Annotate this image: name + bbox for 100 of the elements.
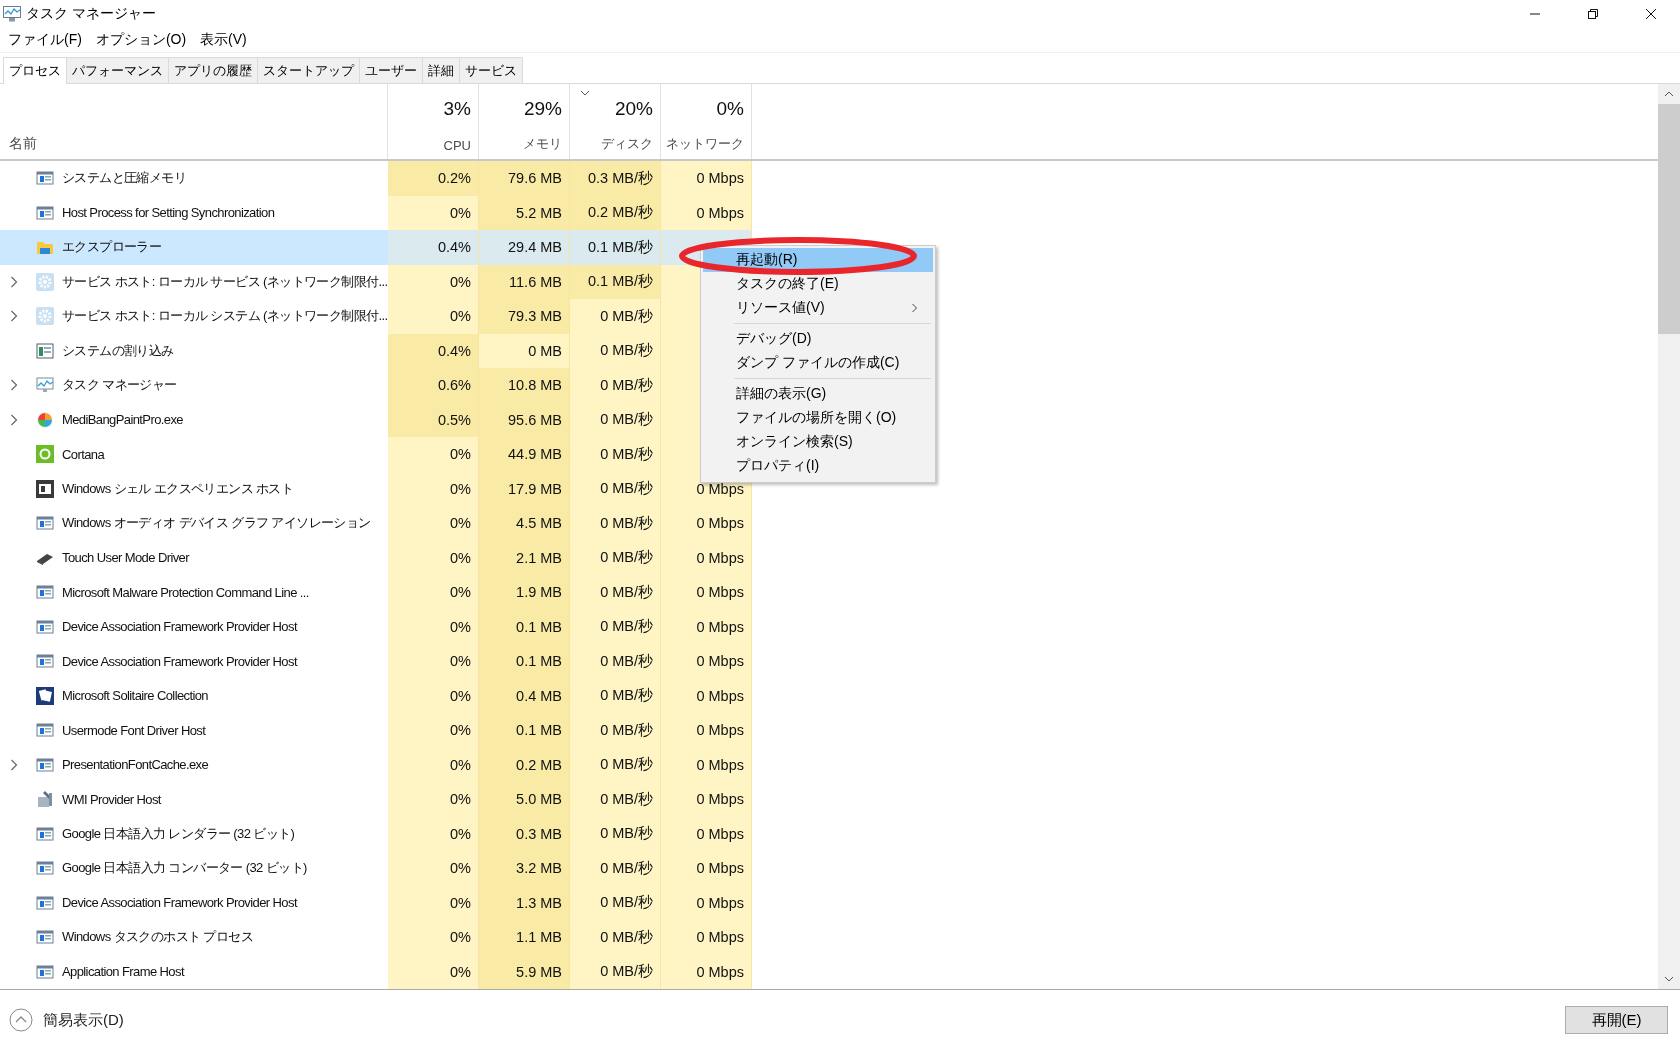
window-icon bbox=[36, 514, 54, 533]
process-name-cell[interactable]: Windows オーディオ デバイス グラフ アイソレーション bbox=[0, 506, 388, 541]
table-cell: 0% bbox=[388, 609, 479, 644]
process-name: エクスプローラー bbox=[62, 238, 162, 257]
table-cell: 0% bbox=[388, 678, 479, 713]
table-cell: 0 Mbps bbox=[661, 920, 752, 955]
table-cell: 0 MB bbox=[479, 333, 570, 368]
paint-ball-icon bbox=[36, 410, 54, 429]
scroll-up-icon bbox=[1664, 90, 1674, 98]
process-name: WMI Provider Host bbox=[62, 791, 161, 807]
tab[interactable]: パフォーマンス bbox=[66, 57, 169, 83]
table-cell: 0 Mbps bbox=[661, 816, 752, 851]
process-name-cell[interactable]: エクスプローラー bbox=[0, 230, 388, 265]
column-header[interactable]: 20% ディスク bbox=[570, 84, 661, 159]
table-cell: 0 Mbps bbox=[661, 609, 752, 644]
process-name-cell[interactable]: タスク マネージャー bbox=[0, 368, 388, 403]
process-name: Usermode Font Driver Host bbox=[62, 722, 206, 738]
column-header[interactable]: 29% メモリ bbox=[479, 84, 570, 159]
table-cell: 0% bbox=[388, 471, 479, 506]
scrollbar[interactable] bbox=[1658, 84, 1680, 989]
table-cell: 0 MB/秒 bbox=[570, 506, 661, 541]
table-cell: 4.5 MB bbox=[479, 506, 570, 541]
fewer-details-link[interactable]: 簡易表示(D) bbox=[9, 1008, 124, 1032]
table-cell: 0.2% bbox=[388, 161, 479, 196]
table-cell: 0 MB/秒 bbox=[570, 782, 661, 817]
window-icon bbox=[36, 928, 54, 947]
table-cell: 0 Mbps bbox=[661, 747, 752, 782]
table-cell: 0 MB/秒 bbox=[570, 333, 661, 368]
resume-button[interactable]: 再開(E) bbox=[1565, 1006, 1668, 1034]
menu-item[interactable]: オプション(O) bbox=[95, 31, 187, 49]
table-cell: 0 MB/秒 bbox=[570, 471, 661, 506]
menu-item[interactable]: デバッグ(D) bbox=[703, 327, 933, 351]
table-cell: 44.9 MB bbox=[479, 437, 570, 472]
table-cell: 0 Mbps bbox=[661, 782, 752, 817]
process-name-cell[interactable]: システムと圧縮メモリ bbox=[0, 161, 388, 196]
column-header[interactable]: 3% CPU bbox=[388, 84, 479, 159]
scrollbar-thumb[interactable] bbox=[1658, 104, 1680, 334]
process-name-cell[interactable]: Cortana bbox=[0, 437, 388, 472]
restore-icon bbox=[1587, 8, 1599, 20]
table-cell: 1.1 MB bbox=[479, 920, 570, 955]
menu-item[interactable]: ファイルの場所を開く(O) bbox=[703, 406, 933, 430]
cards-icon bbox=[36, 686, 54, 705]
process-name-cell[interactable]: Windows タスクのホスト プロセス bbox=[0, 920, 388, 955]
table-cell: 3.2 MB bbox=[479, 851, 570, 886]
table-cell: 0.4% bbox=[388, 230, 479, 265]
process-name: Microsoft Solitaire Collection bbox=[62, 688, 208, 704]
menu-item[interactable]: 表示(V) bbox=[200, 31, 247, 49]
table-cell: 0 MB/秒 bbox=[570, 920, 661, 955]
menu-item[interactable]: 詳細の表示(G) bbox=[703, 382, 933, 406]
process-name-cell[interactable]: Microsoft Malware Protection Command Line ... bbox=[0, 575, 388, 610]
menu-item[interactable]: オンライン検索(S) bbox=[703, 430, 933, 454]
process-name-cell[interactable]: Device Association Framework Provider Host bbox=[0, 609, 388, 644]
process-name-cell[interactable]: Windows シェル エクスペリエンス ホスト bbox=[0, 471, 388, 506]
table-cell: 0 MB/秒 bbox=[570, 678, 661, 713]
table-cell: 0.1 MB/秒 bbox=[570, 230, 661, 265]
table-cell: 0 MB/秒 bbox=[570, 954, 661, 989]
process-name-cell[interactable]: Device Association Framework Provider Host bbox=[0, 644, 388, 679]
menu-item[interactable]: ダンプ ファイルの作成(C) bbox=[703, 351, 933, 375]
tab[interactable]: スタートアップ bbox=[257, 57, 360, 83]
collapse-icon bbox=[9, 1008, 33, 1032]
table-cell: 79.3 MB bbox=[479, 299, 570, 334]
tab[interactable]: アプリの履歴 bbox=[168, 57, 258, 83]
table-cell: 0 MB/秒 bbox=[570, 575, 661, 610]
column-header[interactable]: 名前 bbox=[9, 135, 37, 153]
process-name-cell[interactable]: Microsoft Solitaire Collection bbox=[0, 678, 388, 713]
process-name-cell[interactable]: MediBangPaintPro.exe bbox=[0, 402, 388, 437]
menu-item[interactable]: リソース値(V) bbox=[703, 296, 933, 320]
process-name-cell[interactable]: WMI Provider Host bbox=[0, 782, 388, 817]
process-name-cell[interactable]: サービス ホスト: ローカル サービス (ネットワーク制限付... bbox=[0, 264, 388, 299]
process-name-cell[interactable]: Application Frame Host bbox=[0, 954, 388, 989]
process-name: Windows シェル エクスペリエンス ホスト bbox=[62, 479, 294, 498]
process-name-cell[interactable]: Usermode Font Driver Host bbox=[0, 713, 388, 748]
tab[interactable]: ユーザー bbox=[359, 57, 423, 83]
table-cell: 0% bbox=[388, 540, 479, 575]
column-header[interactable]: 0% ネットワーク bbox=[661, 84, 752, 159]
process-name-cell[interactable]: Device Association Framework Provider Host bbox=[0, 885, 388, 920]
menu-item[interactable]: タスクの終了(E) bbox=[703, 272, 933, 296]
table-cell: 0 MB/秒 bbox=[570, 437, 661, 472]
table-cell: 0% bbox=[388, 782, 479, 817]
menu-item[interactable]: ファイル(F) bbox=[8, 31, 82, 49]
table-cell: 0.1 MB/秒 bbox=[570, 264, 661, 299]
table-cell: 0% bbox=[388, 954, 479, 989]
process-name-cell[interactable]: Host Process for Setting Synchronization bbox=[0, 195, 388, 230]
process-name: Cortana bbox=[62, 446, 105, 462]
table-cell: 79.6 MB bbox=[479, 161, 570, 196]
process-name-cell[interactable]: Google 日本語入力 コンバーター (32 ビット) bbox=[0, 851, 388, 886]
table-cell: 0.1 MB bbox=[479, 713, 570, 748]
process-name: Windows オーディオ デバイス グラフ アイソレーション bbox=[62, 514, 371, 533]
process-name-cell[interactable]: Touch User Mode Driver bbox=[0, 540, 388, 575]
table-cell: 0 Mbps bbox=[661, 506, 752, 541]
tab[interactable]: プロセス bbox=[3, 57, 67, 84]
window-icon bbox=[36, 755, 54, 774]
table-cell: 0 MB/秒 bbox=[570, 540, 661, 575]
process-name-cell[interactable]: サービス ホスト: ローカル システム (ネットワーク制限付... bbox=[0, 299, 388, 334]
process-name-cell[interactable]: Google 日本語入力 レンダラー (32 ビット) bbox=[0, 816, 388, 851]
table-cell: 0 MB/秒 bbox=[570, 816, 661, 851]
tab[interactable]: サービス bbox=[459, 57, 523, 83]
process-name-cell[interactable]: PresentationFontCache.exe bbox=[0, 747, 388, 782]
tab[interactable]: 詳細 bbox=[422, 57, 460, 83]
process-name-cell[interactable]: システムの割り込み bbox=[0, 333, 388, 368]
